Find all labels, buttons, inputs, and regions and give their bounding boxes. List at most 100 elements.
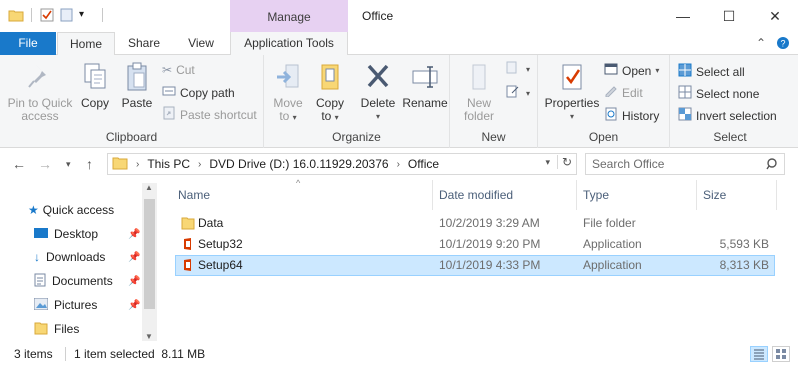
pin-icon[interactable]: 📌 [128,300,140,311]
status-bar: 3 items 1 item selected 8.11 MB [0,344,798,366]
pin-icon[interactable]: 📌 [128,252,140,263]
edit-button[interactable]: Edit [604,85,643,100]
column-divider[interactable] [432,180,433,210]
breadcrumb-this-pc[interactable]: This PC [147,157,190,171]
select-none-icon [678,85,692,102]
column-divider[interactable] [696,180,697,210]
select-all-button[interactable]: Select all [678,63,745,80]
new-group: New folder ▾ ▾ New [450,55,538,148]
easy-access-button[interactable]: ▾ [506,85,530,102]
documents-icon [34,273,46,290]
search-input[interactable]: Search Office [585,153,785,175]
column-header-date-modified[interactable]: Date modified [439,188,513,202]
new-group-label: New [481,130,506,144]
clipboard-group-label: Clipboard [105,130,158,144]
chevron-right-icon[interactable]: › [136,159,139,170]
file-date: 10/1/2019 4:33 PM [439,258,541,272]
new-folder-button[interactable]: New folder [458,61,500,123]
chevron-right-icon[interactable]: › [198,159,201,170]
tab-share[interactable]: Share [115,32,173,55]
delete-dropdown-icon[interactable]: ▾ [356,110,400,123]
new-folder-label-line2: folder [463,109,495,123]
chevron-right-icon[interactable]: › [397,159,400,170]
pin-to-quick-access-button[interactable]: Pin to Quick access [6,61,74,123]
customize-toolbar-icon[interactable]: ▾ [79,7,95,23]
recent-locations-icon[interactable]: ▾ [66,159,71,170]
breadcrumb-office[interactable]: Office [408,157,439,171]
breadcrumb-dvd-drive[interactable]: DVD Drive (D:) 16.0.11929.20376 [209,157,388,171]
paste-button[interactable]: Paste [118,61,156,110]
properties-icon[interactable] [39,7,55,23]
item-count: 3 items [14,347,53,361]
table-row[interactable]: Setup32 10/1/2019 9:20 PM Application 5,… [175,234,775,255]
delete-label: Delete [360,96,396,110]
copy-to-label-line2: to ▾ [321,109,339,123]
minimize-button[interactable]: — [660,0,706,32]
file-name: Setup64 [198,258,243,272]
open-button[interactable]: Open ▾ [604,63,659,78]
address-bar[interactable]: › This PC › DVD Drive (D:) 16.0.11929.20… [107,153,577,175]
pin-icon[interactable]: 📌 [128,229,140,240]
cut-button[interactable]: ✂ Cut [162,63,195,77]
pin-label-line2: access [21,109,59,123]
column-header-name[interactable]: Name [178,188,210,202]
large-icons-view-icon[interactable] [772,346,790,362]
properties-dropdown-icon[interactable]: ▾ [542,110,602,123]
details-view-icon[interactable] [750,346,768,362]
table-row[interactable]: Data 10/2/2019 3:29 AM File folder [175,213,775,234]
tab-home[interactable]: Home [57,32,115,56]
column-divider[interactable] [776,180,777,210]
svg-text:?: ? [780,39,785,49]
back-arrow-icon[interactable]: ← [12,156,26,172]
paste-label: Paste [121,96,153,110]
new-folder-icon[interactable] [59,7,75,23]
edit-label: Edit [622,85,643,100]
forward-arrow-icon[interactable]: → [38,156,52,172]
nav-item-quick-access[interactable]: ★ Quick access [28,199,114,221]
copy-to-button[interactable]: Copy to ▾ [310,61,350,124]
tab-view[interactable]: View [173,32,229,55]
close-button[interactable]: ✕ [752,0,798,32]
address-dropdown-icon[interactable]: ▾ [545,157,550,168]
file-date: 10/1/2019 9:20 PM [439,237,541,251]
history-button[interactable]: History [604,107,659,124]
tab-manage[interactable]: Manage [230,0,348,32]
copy-button[interactable]: Copy [76,61,114,110]
file-size: 8,313 KB [719,258,769,272]
folder-icon[interactable] [8,7,24,23]
help-icon[interactable]: ? [776,36,790,53]
rename-button[interactable]: Rename [402,61,448,110]
navigation-scrollbar[interactable]: ▲ ▼ [142,183,157,341]
search-placeholder: Search Office [592,157,665,171]
maximize-button[interactable]: ☐ [706,0,752,32]
pin-icon[interactable]: 📌 [128,276,140,287]
column-header-size[interactable]: Size [703,188,726,202]
refresh-icon[interactable]: ↻ [556,155,572,169]
select-none-button[interactable]: Select none [678,85,759,102]
file-type: Application [583,237,642,251]
table-row[interactable]: Setup64 10/1/2019 4:33 PM Application 8,… [175,255,775,276]
edit-icon [604,85,618,100]
new-item-button[interactable]: ▾ [506,61,530,78]
column-divider[interactable] [576,180,577,210]
nav-item-files[interactable]: Files [34,318,79,340]
up-arrow-icon[interactable]: ↑ [86,156,93,172]
copy-label: Copy [80,96,109,110]
scrollbar-thumb[interactable] [144,199,155,309]
collapse-ribbon-icon[interactable]: ⌃ [756,36,766,53]
scroll-up-icon[interactable]: ▲ [145,183,153,192]
column-header-type[interactable]: Type [583,188,609,202]
invert-selection-button[interactable]: Invert selection [678,107,777,124]
properties-button[interactable]: Properties ▾ [542,61,602,123]
tab-application-tools[interactable]: Application Tools [230,32,348,55]
tab-file[interactable]: File [0,32,56,55]
delete-button[interactable]: Delete ▾ [356,61,400,123]
copy-path-button[interactable]: Copy path [162,84,235,101]
column-headers: ^ Name Date modified Type Size [160,178,798,210]
new-folder-icon [472,64,486,90]
file-size: 5,593 KB [719,237,769,251]
move-to-button[interactable]: Move to ▾ [268,61,308,124]
paste-shortcut-button[interactable]: Paste shortcut [162,106,257,123]
scroll-down-icon[interactable]: ▼ [145,332,153,341]
copy-to-icon [321,64,339,90]
